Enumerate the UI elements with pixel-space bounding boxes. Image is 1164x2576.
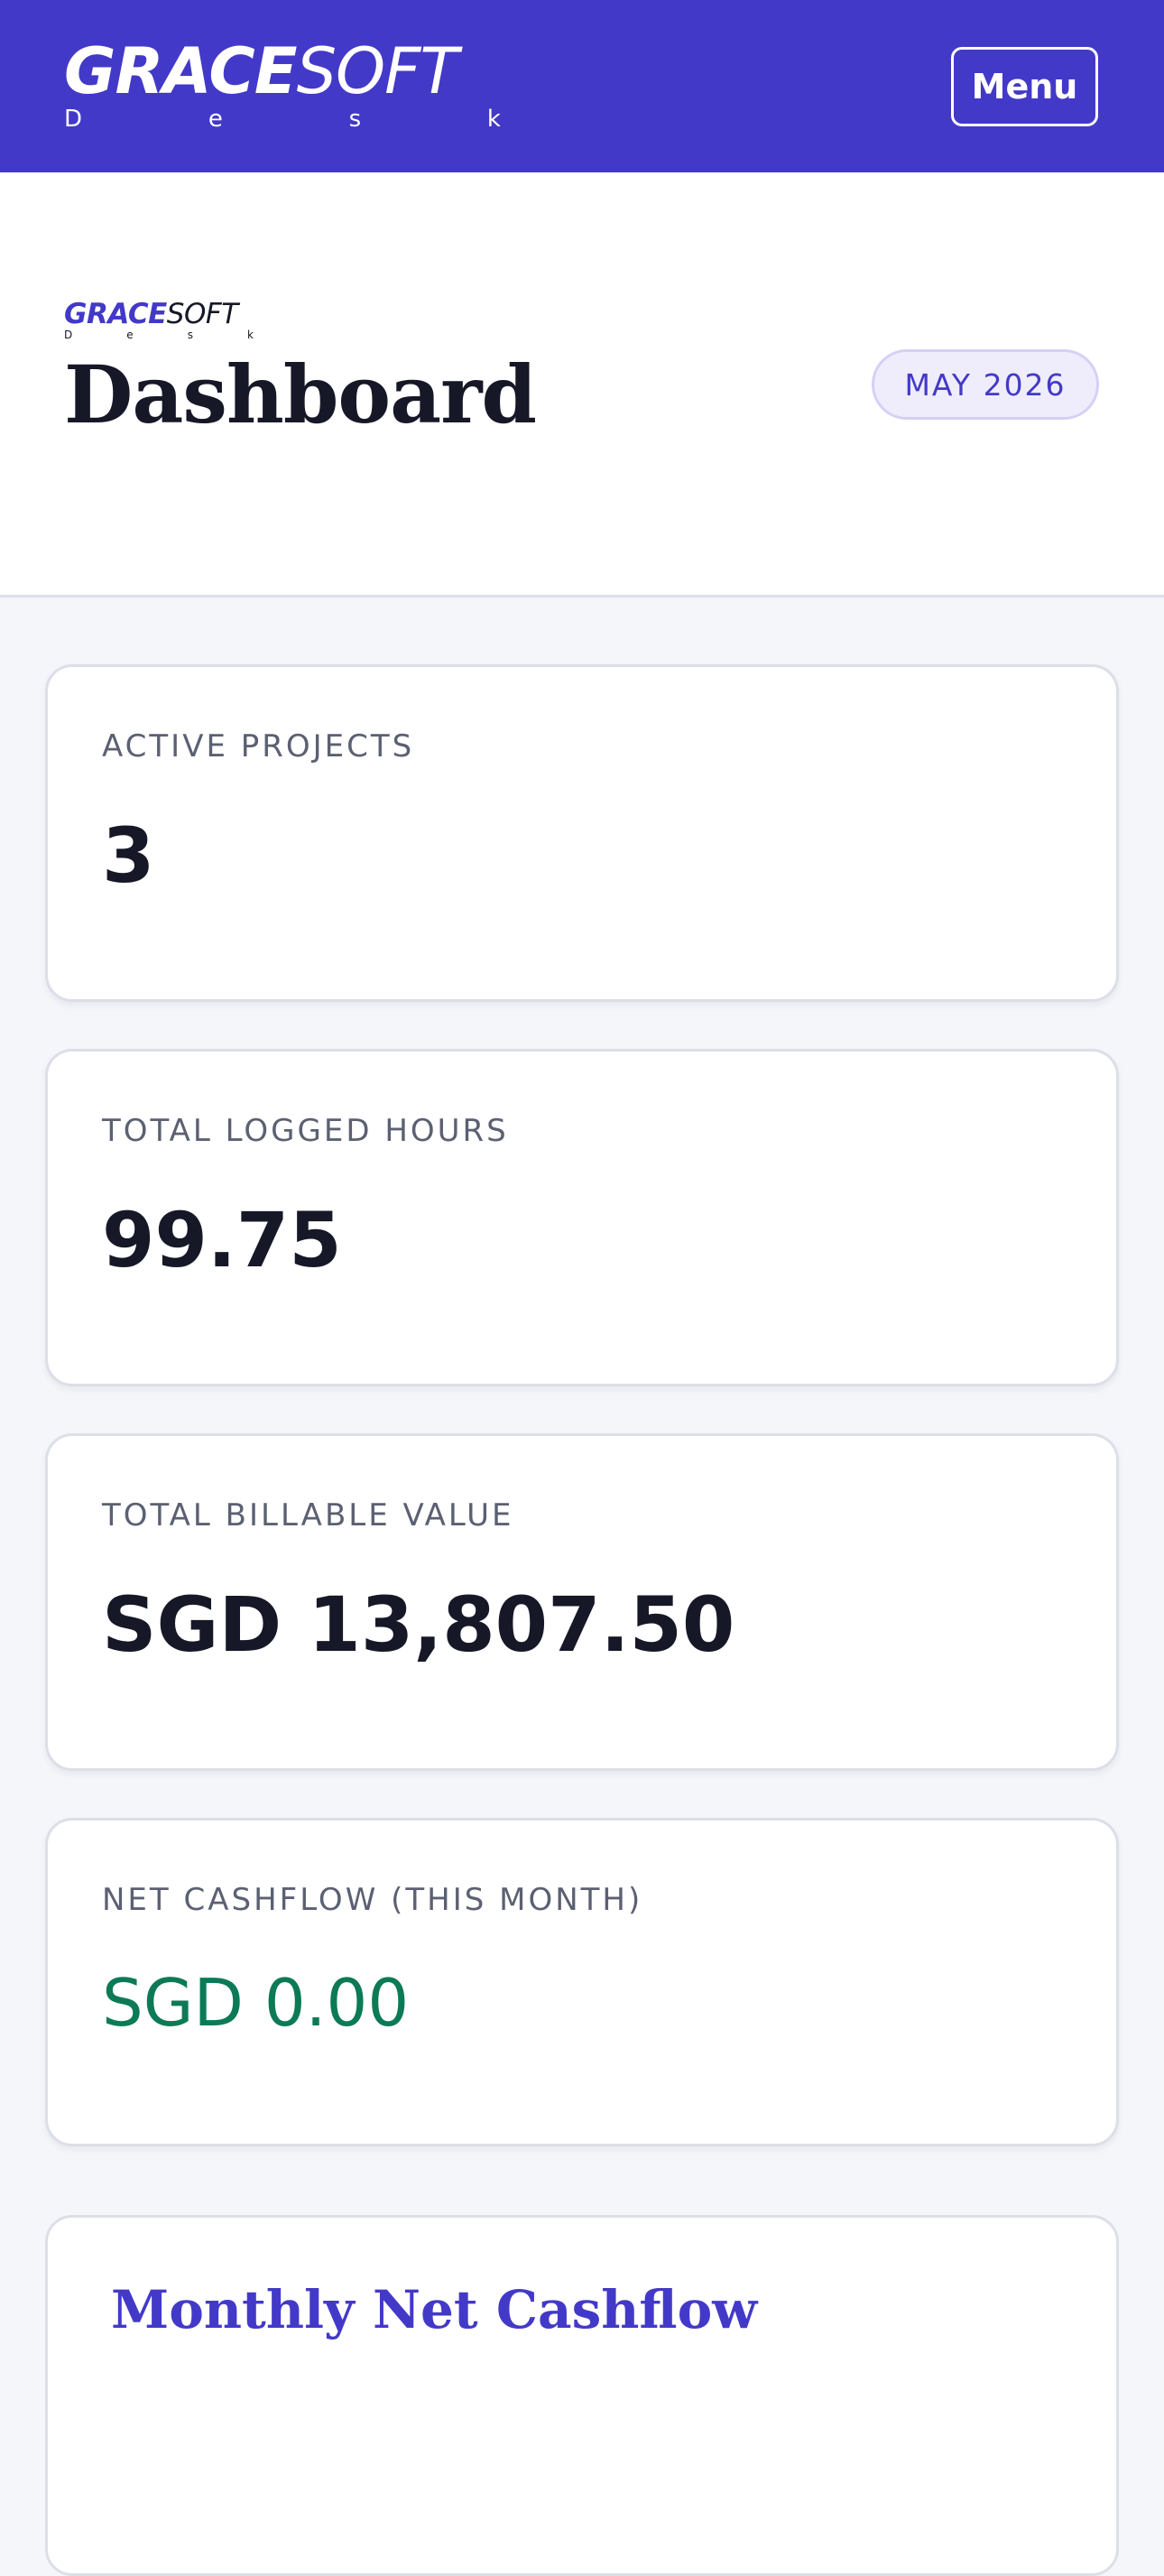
stat-label: NET CASHFLOW (THIS MONTH) [102,1882,643,1918]
page-title: Dashboard [64,347,537,441]
period-badge: MAY 2026 [872,349,1099,420]
chart-title: Monthly Net Cashflow [111,2279,758,2340]
stat-value: 3 [102,811,155,900]
header-logo-letter: s [187,329,193,341]
stat-label: ACTIVE PROJECTS [102,728,415,764]
cashflow-chart-card: Monthly Net Cashflow [45,2215,1119,2576]
stat-label: TOTAL LOGGED HOURS [102,1113,509,1149]
brand-subtitle-letter: e [208,106,223,133]
stat-value: SGD 13,807.50 [102,1580,735,1669]
stat-label: TOTAL BILLABLE VALUE [102,1497,514,1534]
brand-subtitle-letter: k [486,106,501,133]
brand-subtitle-letter: D [64,106,83,133]
header-logo-light: SOFT [166,298,238,330]
brand-subtitle-letter: s [348,106,362,133]
header-logo-letter: e [126,329,134,341]
stat-value: SGD 0.00 [102,1965,410,2041]
stat-card-net-cashflow: NET CASHFLOW (THIS MONTH) SGD 0.00 [45,1818,1119,2146]
header-logo-subtitle: D e s k [64,329,254,341]
header-logo-strong: GRACE [64,298,167,330]
brand-wordmark: GRACESOFT [64,40,501,103]
header-logo-letter: D [64,329,73,341]
stat-card-billable-value: TOTAL BILLABLE VALUE SGD 13,807.50 [45,1433,1119,1771]
stat-card-active-projects: ACTIVE PROJECTS 3 [45,664,1119,1002]
page-header: GRACESOFT D e s k Dashboard MAY 2026 [0,172,1164,598]
header-logo-wordmark: GRACESOFT [64,300,254,329]
header-logo: GRACESOFT D e s k [64,300,254,341]
header-logo-letter: k [247,329,254,341]
brand-subtitle: D e s k [64,107,501,132]
menu-button[interactable]: Menu [951,47,1098,126]
stat-value: 99.75 [102,1196,342,1284]
stat-card-logged-hours: TOTAL LOGGED HOURS 99.75 [45,1049,1119,1386]
top-navigation-bar: GRACESOFT D e s k Menu [0,0,1164,172]
brand-wordmark-strong: GRACE [64,34,298,108]
brand-wordmark-light: SOFT [296,34,459,108]
brand-logo[interactable]: GRACESOFT D e s k [64,40,501,132]
